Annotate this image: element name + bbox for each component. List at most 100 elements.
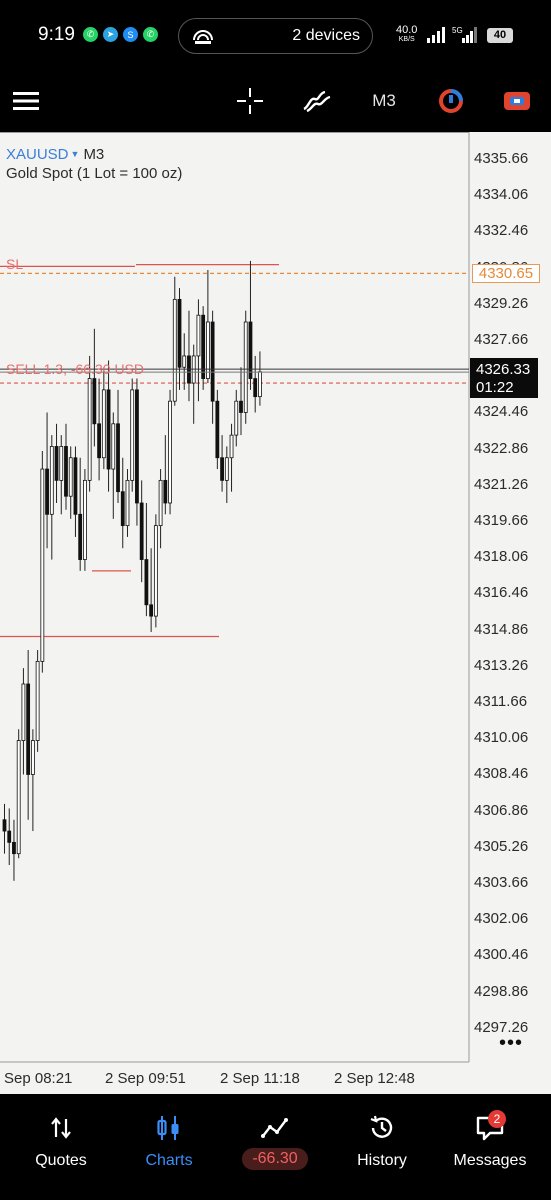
candle-body	[120, 491, 125, 527]
nav-history[interactable]: History	[342, 1094, 422, 1200]
price-tick-label: 4302.06	[474, 910, 529, 928]
stop-loss-label[interactable]: SL	[6, 256, 23, 272]
nav-messages[interactable]: 2 Messages	[446, 1094, 534, 1200]
menu-icon	[13, 92, 39, 110]
candle-body	[101, 389, 106, 459]
candle-body	[163, 479, 168, 504]
price-tick-label: 4329.26	[474, 294, 529, 312]
trade-icon	[504, 92, 530, 110]
chart-area[interactable]: XAUUSD ▼ M3 Gold Spot (1 Lot = 100 oz) 433…	[0, 132, 551, 1094]
price-tick-label: 4303.66	[474, 874, 529, 891]
price-tick-label: 4327.66	[474, 331, 529, 348]
more-options-icon[interactable]: •••	[499, 1032, 523, 1055]
messages-badge: 2	[488, 1110, 506, 1128]
candle-body	[215, 400, 220, 459]
nav-charts[interactable]: Charts	[128, 1094, 210, 1200]
candle-body	[35, 660, 40, 741]
timeframe-button[interactable]: M3	[364, 84, 404, 118]
time-tick-label: 2 Sep 11:18	[220, 1070, 300, 1087]
candle-body	[64, 446, 68, 497]
candle-body	[73, 457, 78, 515]
candle-body	[54, 446, 59, 481]
candle-body	[258, 371, 262, 398]
shazam-icon: S	[123, 27, 138, 42]
price-tick-label: 4321.26	[474, 475, 529, 493]
price-tick-label: 4305.26	[474, 837, 529, 855]
candle-body	[87, 378, 92, 481]
candle-body	[182, 355, 187, 368]
quotes-icon	[51, 1117, 71, 1139]
candle-body	[196, 314, 201, 357]
price-tick-label: 4314.86	[474, 620, 529, 638]
symbol-selector[interactable]: XAUUSD ▼ M3	[6, 146, 104, 163]
indicators-icon	[303, 90, 331, 113]
chart-toolbar: M3	[0, 72, 551, 132]
candle-body	[83, 479, 87, 560]
candle-body	[135, 389, 139, 504]
candle-body	[7, 830, 12, 843]
status-time: 9:19	[38, 24, 75, 45]
candle-body	[40, 468, 45, 662]
candle-body	[130, 389, 135, 481]
time-tick-label: Sep 08:21	[4, 1070, 73, 1087]
price-tick-label: 4316.46	[474, 584, 529, 602]
menu-button[interactable]	[12, 84, 40, 118]
nav-quotes[interactable]: Quotes	[18, 1094, 104, 1200]
price-tick-label: 4313.26	[474, 656, 529, 674]
crosshair-button[interactable]	[236, 84, 264, 118]
price-tick-label: 4310.06	[474, 729, 529, 747]
network-speed: 40.0 KB/S	[396, 24, 418, 44]
candle-body	[97, 423, 101, 459]
candle-body	[229, 434, 234, 459]
price-tick-label: 4298.86	[474, 982, 529, 1000]
current-price-tag: 4326.33 01:22	[470, 358, 538, 398]
trade-button[interactable]	[502, 84, 532, 118]
charts-icon	[157, 1116, 179, 1140]
candle-body	[153, 525, 158, 617]
whatsapp-icon-2: ✆	[143, 27, 158, 42]
candle-body	[116, 423, 120, 493]
objects-icon	[439, 89, 463, 113]
candle-body	[253, 378, 258, 398]
candle-body	[139, 502, 144, 560]
price-tick-label: 4318.06	[474, 548, 529, 566]
trade-line-icon	[261, 1118, 288, 1138]
candle-body	[149, 604, 154, 617]
nav-trade[interactable]: -66.30	[232, 1094, 318, 1200]
candle-body	[21, 683, 26, 741]
price-chart[interactable]	[0, 132, 551, 1094]
sell-position-label[interactable]: SELL 1.3, -66.30 USD	[6, 361, 144, 377]
svg-text:5G: 5G	[452, 26, 463, 35]
total-profit-badge: -66.30	[242, 1148, 308, 1170]
signal-5g-icon: 5G	[452, 26, 477, 43]
candle-body	[144, 559, 149, 606]
candle-body	[177, 298, 182, 368]
candle-body	[243, 321, 248, 413]
indicators-button[interactable]	[302, 84, 332, 118]
price-tick-label: 4319.66	[474, 512, 529, 529]
price-tick-label: 4300.46	[474, 946, 529, 964]
connected-devices-pill[interactable]: 2 devices	[178, 18, 373, 54]
price-tick-label: 4311.66	[474, 693, 528, 710]
price-tick-label: 4306.86	[474, 801, 529, 819]
candle-body	[210, 321, 215, 402]
price-tick-label: 4334.06	[474, 186, 529, 204]
price-tick-label: 4335.66	[474, 150, 529, 167]
symbol-description: Gold Spot (1 Lot = 100 oz)	[6, 165, 183, 182]
candle-body	[49, 446, 54, 515]
devices-label: 2 devices	[292, 27, 360, 44]
candle-body	[68, 457, 73, 497]
candle-body	[45, 468, 49, 515]
nav-messages-label: Messages	[453, 1152, 527, 1169]
candle-body	[106, 389, 111, 470]
status-bar: 9:19 ✆ ➤ S ✆ 2 devices 40.0 KB/S 5G 40	[0, 0, 551, 72]
candle-body	[158, 479, 163, 527]
nav-quotes-label: Quotes	[35, 1152, 87, 1169]
candle-body	[205, 321, 210, 379]
objects-button[interactable]	[436, 84, 466, 118]
candle-body	[12, 841, 16, 855]
battery-indicator: 40	[487, 28, 513, 43]
candle-body	[111, 423, 116, 470]
candle-body	[220, 457, 224, 481]
stop-loss-price-tag: 4330.65	[472, 264, 540, 283]
